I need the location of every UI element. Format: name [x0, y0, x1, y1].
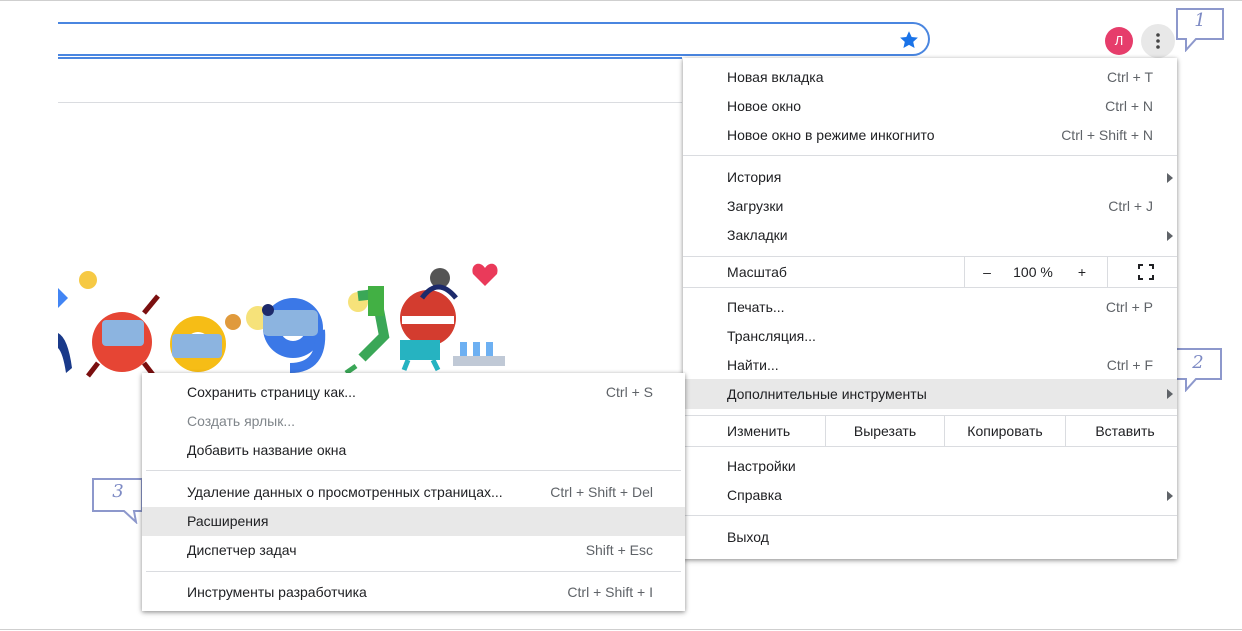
submenu-item-devtools[interactable]: Инструменты разработчика Ctrl + Shift + …: [142, 578, 685, 607]
callout-1-number: 1: [1194, 10, 1206, 31]
menu-item-label: Печать...: [727, 299, 785, 315]
submenu-item-shortcut: Shift + Esc: [585, 542, 653, 558]
submenu-item-extensions[interactable]: Расширения: [142, 507, 685, 536]
menu-item-label: Выход: [727, 529, 769, 545]
zoom-divider: [964, 257, 965, 287]
callout-1: 1: [1174, 6, 1226, 52]
menu-item-label: Справка: [727, 487, 782, 503]
callout-3-number: 3: [112, 481, 124, 502]
menu-separator: [683, 446, 1177, 447]
chrome-menu-button[interactable]: [1141, 24, 1175, 58]
submenu-item-shortcut: Ctrl + S: [605, 384, 653, 400]
menu-item-history[interactable]: История: [683, 163, 1177, 192]
menu-item-new-tab[interactable]: Новая вкладка Ctrl + T: [683, 63, 1177, 92]
submenu-item-shortcut: Ctrl + Shift + Del: [550, 484, 653, 500]
zoom-value: 100 %: [1013, 264, 1053, 280]
page-load-line: [58, 57, 682, 59]
content-divider: [58, 102, 682, 103]
menu-item-shortcut: Ctrl + T: [1106, 69, 1153, 85]
menu-item-label: Дополнительные инструменты: [727, 386, 927, 402]
zoom-divider: [1107, 257, 1108, 287]
menu-item-help[interactable]: Справка: [683, 481, 1177, 510]
edit-label: Изменить: [727, 423, 791, 439]
submenu-item-label: Добавить название окна: [187, 442, 347, 458]
menu-item-settings[interactable]: Настройки: [683, 452, 1177, 481]
submenu-item-clear-data[interactable]: Удаление данных о просмотренных страница…: [142, 478, 685, 507]
menu-separator: [683, 515, 1177, 516]
bookmark-star-icon[interactable]: [898, 29, 920, 51]
menu-item-label: Новое окно в режиме инкогнито: [727, 127, 935, 143]
menu-item-bookmarks[interactable]: Закладки: [683, 221, 1177, 250]
submenu-arrow-icon: [1167, 231, 1173, 241]
submenu-item-label: Диспетчер задач: [187, 542, 297, 558]
zoom-out-button[interactable]: –: [973, 257, 1001, 287]
address-bar[interactable]: [58, 22, 930, 56]
menu-item-shortcut: Ctrl + J: [1108, 198, 1153, 214]
menu-item-exit[interactable]: Выход: [683, 523, 1177, 552]
menu-item-downloads[interactable]: Загрузки Ctrl + J: [683, 192, 1177, 221]
google-doodle-image: [58, 263, 505, 378]
submenu-item-create-shortcut: Создать ярлык...: [142, 407, 685, 436]
fullscreen-icon[interactable]: [1138, 264, 1154, 280]
window-bottom-border: [0, 629, 1242, 630]
menu-item-label: История: [727, 169, 782, 185]
menu-separator: [683, 287, 1177, 288]
menu-separator: [683, 155, 1177, 156]
menu-item-label: Новая вкладка: [727, 69, 824, 85]
menu-item-find[interactable]: Найти... Ctrl + F: [683, 351, 1177, 380]
menu-item-label: Трансляция...: [727, 328, 816, 344]
profile-avatar[interactable]: Л: [1105, 27, 1133, 55]
menu-item-shortcut: Ctrl + P: [1105, 299, 1153, 315]
zoom-label: Масштаб: [727, 264, 787, 280]
chrome-main-menu: Новая вкладка Ctrl + T Новое окно Ctrl +…: [683, 58, 1177, 559]
callout-2-number: 2: [1192, 352, 1204, 373]
menu-item-incognito[interactable]: Новое окно в режиме инкогнито Ctrl + Shi…: [683, 121, 1177, 150]
menu-item-shortcut: Ctrl + F: [1106, 357, 1153, 373]
menu-item-label: Настройки: [727, 458, 796, 474]
menu-item-label: Закладки: [727, 227, 788, 243]
submenu-item-name-window[interactable]: Добавить название окна: [142, 436, 685, 465]
menu-item-label: Новое окно: [727, 98, 802, 114]
callout-3: 3: [90, 476, 146, 524]
more-tools-submenu: Сохранить страницу как... Ctrl + S Созда…: [142, 373, 685, 611]
edit-row: Изменить Вырезать Копировать Вставить: [683, 416, 1177, 446]
callout-2: 2: [1172, 346, 1224, 392]
three-dots-icon: [1156, 33, 1160, 49]
zoom-row: Масштаб – 100 % +: [683, 257, 1177, 287]
copy-button[interactable]: Копировать: [945, 416, 1065, 446]
menu-item-label: Найти...: [727, 357, 779, 373]
submenu-item-label: Сохранить страницу как...: [187, 384, 356, 400]
zoom-in-button[interactable]: +: [1067, 257, 1097, 287]
submenu-item-save-page[interactable]: Сохранить страницу как... Ctrl + S: [142, 378, 685, 407]
cut-button[interactable]: Вырезать: [826, 416, 944, 446]
menu-item-cast[interactable]: Трансляция...: [683, 322, 1177, 351]
menu-item-more-tools[interactable]: Дополнительные инструменты: [683, 379, 1177, 409]
submenu-item-label: Расширения: [187, 513, 269, 529]
submenu-separator: [146, 470, 681, 471]
submenu-separator: [146, 571, 681, 572]
submenu-arrow-icon: [1167, 491, 1173, 501]
menu-item-new-window[interactable]: Новое окно Ctrl + N: [683, 92, 1177, 121]
menu-item-shortcut: Ctrl + N: [1105, 98, 1153, 114]
window-top-border: [0, 0, 1242, 1]
submenu-item-task-manager[interactable]: Диспетчер задач Shift + Esc: [142, 536, 685, 565]
menu-item-shortcut: Ctrl + Shift + N: [1061, 127, 1153, 143]
submenu-arrow-icon: [1167, 389, 1173, 399]
menu-item-label: Загрузки: [727, 198, 784, 214]
submenu-item-label: Удаление данных о просмотренных страница…: [187, 484, 503, 500]
submenu-item-label: Создать ярлык...: [187, 413, 296, 429]
menu-item-print[interactable]: Печать... Ctrl + P: [683, 293, 1177, 322]
submenu-item-shortcut: Ctrl + Shift + I: [567, 584, 653, 600]
paste-button[interactable]: Вставить: [1066, 416, 1184, 446]
submenu-arrow-icon: [1167, 173, 1173, 183]
submenu-item-label: Инструменты разработчика: [187, 584, 367, 600]
